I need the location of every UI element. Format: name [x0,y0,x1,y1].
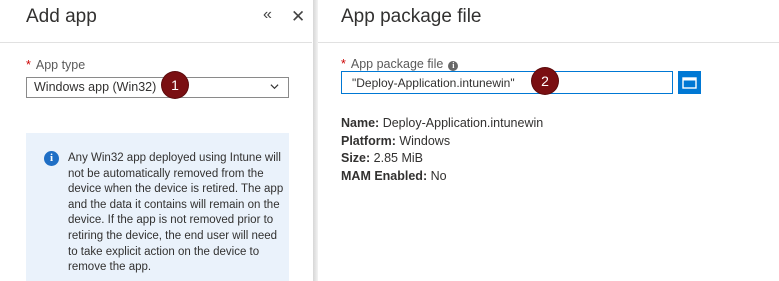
detail-key: Platform: [341,133,396,148]
callout-badge-2: 2 [532,68,558,94]
browse-folder-button[interactable] [678,71,701,94]
detail-row-mam-enabled: MAM Enabled: No [341,168,543,186]
info-message-box: i Any Win32 app deployed using Intune wi… [26,133,289,281]
app-type-dropdown[interactable]: Windows app (Win32) [26,77,289,98]
detail-row-size: Size: 2.85 MiB [341,150,543,168]
blade-title: Add app [26,6,97,27]
app-type-selected-value: Windows app (Win32) [34,80,157,94]
detail-row-name: Name: Deploy-Application.intunewin [341,115,543,133]
detail-row-platform: Platform: Windows [341,133,543,151]
detail-key: MAM Enabled: [341,168,428,183]
package-file-label-text: App package file [350,57,444,71]
app-root: Add app « ✕ * App type Windows app (Win32… [0,0,779,281]
add-app-header: Add app « ✕ [0,0,312,43]
detail-value: No [430,168,447,183]
info-icon: i [44,151,59,166]
callout-badge-1: 1 [162,72,188,98]
detail-value: 2.85 MiB [373,151,424,165]
add-app-blade: Add app « ✕ * App type Windows app (Win32… [0,0,312,281]
info-message-text: Any Win32 app deployed using Intune will… [68,152,284,274]
app-type-label-text: App type [35,58,86,72]
detail-key: Size: [341,151,371,165]
close-icon[interactable]: ✕ [291,7,305,27]
blade-title: App package file [341,6,482,27]
detail-value: Deploy-Application.intunewin [382,116,544,130]
required-marker: * [341,57,346,71]
detail-value: Windows [399,133,451,148]
detail-key: Name: [341,116,380,130]
package-file-input[interactable]: "Deploy-Application.intunewin" [341,71,673,94]
app-package-file-blade: App package file * App package file i "Dep… [318,0,779,281]
chevron-down-icon [270,84,279,90]
app-type-label: * App type [26,58,85,72]
required-marker: * [26,58,31,72]
app-package-header: App package file [318,0,779,43]
info-icon[interactable]: i [448,61,459,71]
package-details: Name: Deploy-Application.intunewin Platf… [341,115,543,185]
package-file-label: * App package file i [341,57,459,71]
folder-icon [682,77,697,89]
collapse-icon[interactable]: « [263,6,272,24]
package-file-value: "Deploy-Application.intunewin" [352,76,515,90]
